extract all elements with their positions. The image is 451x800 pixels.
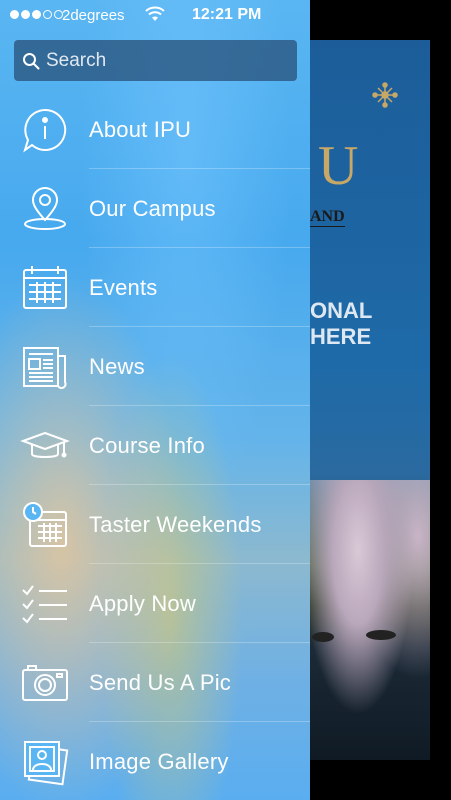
background-app-panel: U AND ONAL HERE — [310, 40, 430, 760]
graduation-cap-icon — [20, 421, 70, 471]
checklist-icon — [20, 579, 70, 629]
signal-strength-icon — [10, 10, 63, 19]
sparkle-icon — [372, 82, 398, 108]
status-time: 12:21 PM — [192, 6, 262, 23]
menu-item-taster-weekends[interactable]: Taster Weekends — [0, 485, 310, 564]
menu-item-label: Image Gallery — [89, 748, 229, 774]
menu-item-label: News — [89, 353, 145, 379]
menu-item-label: Our Campus — [89, 195, 216, 221]
background-headline-line2: HERE — [310, 324, 372, 349]
menu-item-apply-now[interactable]: Apply Now — [0, 564, 310, 643]
status-bar: 2degrees 12:21 PM — [0, 0, 310, 32]
menu-item-send-us-a-pic[interactable]: Send Us A Pic — [0, 643, 310, 722]
search-icon — [23, 52, 40, 69]
carrier-name: 2degrees — [62, 7, 125, 24]
goose-shape — [366, 630, 396, 640]
side-menu-drawer: 2degrees 12:21 PM About IPU — [0, 0, 310, 800]
clock-calendar-icon — [20, 500, 70, 550]
background-logo-subtext: AND — [310, 208, 345, 227]
menu-item-label: Events — [89, 274, 158, 300]
menu-item-image-gallery[interactable]: Image Gallery — [0, 722, 310, 800]
map-pin-icon — [20, 184, 70, 234]
wifi-icon — [145, 6, 165, 21]
background-app[interactable]: U AND ONAL HERE — [310, 0, 451, 800]
menu-item-news[interactable]: News — [0, 327, 310, 406]
goose-shape — [312, 632, 334, 642]
search-bar[interactable] — [14, 40, 297, 81]
menu-item-course-info[interactable]: Course Info — [0, 406, 310, 485]
menu-item-label: Taster Weekends — [89, 511, 262, 537]
background-campus-photo — [310, 480, 430, 760]
search-input[interactable] — [46, 49, 286, 72]
background-headline-line1: ONAL — [310, 298, 373, 323]
menu-item-label: Course Info — [89, 432, 205, 458]
menu-item-label: Apply Now — [89, 590, 196, 616]
menu-item-our-campus[interactable]: Our Campus — [0, 169, 310, 248]
menu-list: About IPU Our Campus Events News Course … — [0, 90, 310, 800]
camera-icon — [20, 658, 70, 708]
menu-item-label: Send Us A Pic — [89, 669, 232, 695]
background-headline: ONAL HERE — [310, 298, 372, 350]
menu-item-about-ipu[interactable]: About IPU — [0, 90, 310, 169]
menu-item-label: About IPU — [89, 116, 192, 142]
background-logo-letter: U — [318, 135, 359, 197]
menu-item-events[interactable]: Events — [0, 248, 310, 327]
photo-gallery-icon — [20, 737, 70, 787]
info-bubble-icon — [20, 105, 70, 155]
calendar-icon — [20, 263, 70, 313]
newspaper-icon — [20, 342, 70, 392]
